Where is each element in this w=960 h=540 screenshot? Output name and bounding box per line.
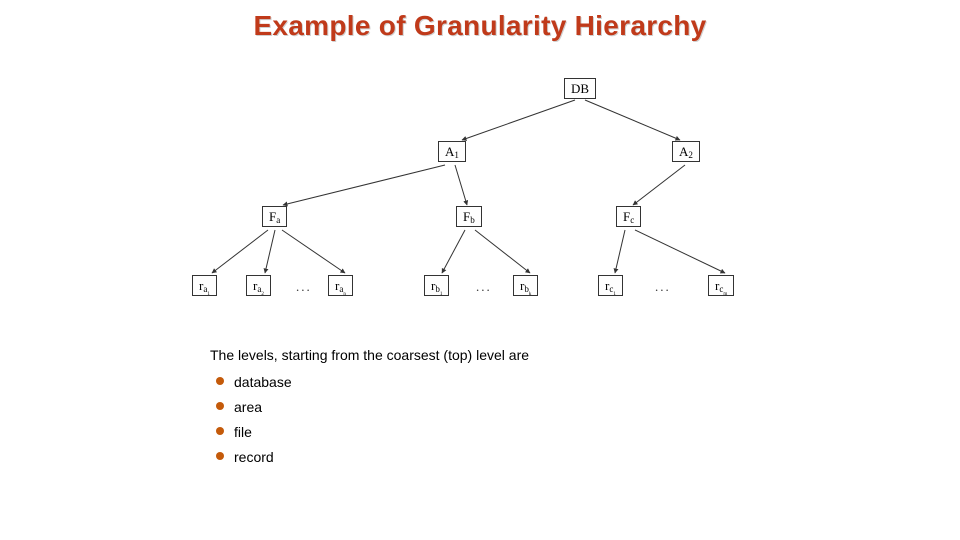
- slide-title: Example of Granularity Hierarchy: [0, 10, 960, 42]
- level-item-record-label: record: [234, 449, 274, 465]
- node-db: DB: [564, 78, 596, 99]
- node-a2: A2: [672, 141, 700, 162]
- level-item-database-label: database: [234, 374, 292, 390]
- level-item-file: file: [210, 422, 750, 443]
- node-rc1: rc1: [598, 275, 623, 296]
- body-text: The levels, starting from the coarsest (…: [210, 345, 750, 472]
- level-item-file-label: file: [234, 424, 252, 440]
- node-ran: ran: [328, 275, 353, 296]
- caption-line: The levels, starting from the coarsest (…: [210, 345, 750, 366]
- node-rb1: rb1: [424, 275, 449, 296]
- node-a2-letter: A: [679, 144, 688, 159]
- node-a1-letter: A: [445, 144, 454, 159]
- level-item-database: database: [210, 372, 750, 393]
- level-item-record: record: [210, 447, 750, 468]
- level-item-area-label: area: [234, 399, 262, 415]
- node-rbk: rbk: [513, 275, 538, 296]
- level-list: database area file record: [210, 372, 750, 468]
- level-item-area: area: [210, 397, 750, 418]
- hierarchy-diagram: DB A1 A2 Fa Fb Fc ra1 ra2 ran ...: [170, 75, 790, 325]
- node-ra2: ra2: [246, 275, 271, 296]
- node-fc: Fc: [616, 206, 641, 227]
- node-fa: Fa: [262, 206, 287, 227]
- node-ra1: ra1: [192, 275, 217, 296]
- node-a1: A1: [438, 141, 466, 162]
- dots-rb: ...: [476, 279, 492, 295]
- node-db-label: DB: [571, 81, 589, 96]
- dots-rc: ...: [655, 279, 671, 295]
- node-fb: Fb: [456, 206, 482, 227]
- node-rcm: rcm: [708, 275, 734, 296]
- dots-ra: ...: [296, 279, 312, 295]
